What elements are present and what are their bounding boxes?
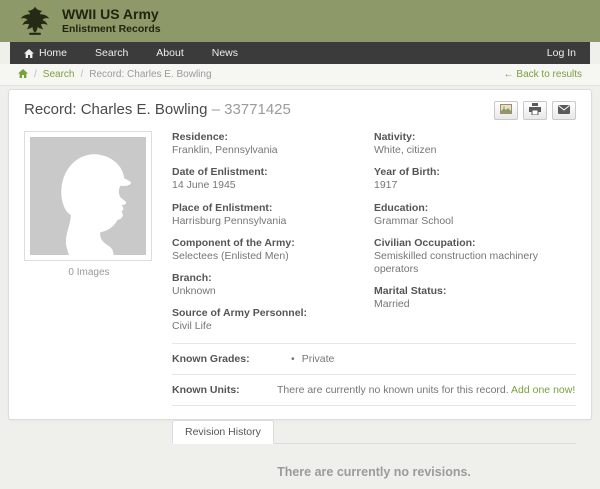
- record-actions: [494, 101, 576, 120]
- email-icon: [558, 104, 570, 117]
- print-icon: [529, 103, 541, 118]
- field-label: Place of Enlistment:: [172, 201, 273, 214]
- record-field: Component of the Army: Selectees (Enlist…: [172, 237, 374, 263]
- known-units-section: Known Units: There are currently no know…: [172, 373, 576, 406]
- field-label: Nativity:: [374, 131, 416, 143]
- nav-item-about[interactable]: About: [142, 42, 197, 64]
- field-label: Component of the Army:: [172, 236, 295, 249]
- field-value: 1917: [374, 179, 398, 192]
- print-button[interactable]: [523, 101, 547, 120]
- field-label: Residence:: [172, 131, 229, 143]
- field-label: Year of Birth:: [374, 166, 440, 179]
- breadcrumb-search-link[interactable]: Search: [43, 69, 75, 80]
- email-button[interactable]: [552, 101, 576, 120]
- field-label: Branch:: [172, 272, 212, 284]
- page-title: Record: Charles E. Bowling – 33771425: [24, 101, 291, 118]
- record-field: Source of Army Personnel: Civil Life: [172, 307, 374, 333]
- field-value: Harrisburg Pennsylvania: [172, 214, 287, 227]
- field-label: Date of Enlistment:: [172, 166, 268, 179]
- main-nav: Home Search About News Log In: [10, 42, 590, 64]
- known-grades-label: Known Grades:: [172, 352, 250, 365]
- record-field: Civilian Occupation: Semiskilled constru…: [374, 237, 576, 276]
- image-count: 0 Images: [68, 267, 110, 278]
- field-label: Education:: [374, 201, 429, 214]
- field-label: Source of Army Personnel:: [172, 307, 307, 320]
- home-icon: [24, 48, 34, 58]
- site-title: WWII US Army: [62, 5, 159, 22]
- record-card: Record: Charles E. Bowling – 33771425 0 …: [8, 89, 592, 479]
- breadcrumb: / Search / Record: Charles E. Bowling ← …: [0, 64, 600, 86]
- field-label: Civilian Occupation:: [374, 236, 476, 249]
- field-value: Franklin, Pennsylvania: [172, 144, 278, 157]
- field-value: Unknown: [172, 285, 216, 298]
- grade-item: Private: [277, 353, 335, 365]
- known-units-label: Known Units:: [172, 383, 240, 396]
- known-units-empty-text: There are currently no known units for t…: [277, 383, 509, 396]
- site-header: WWII US Army Enlistment Records: [0, 0, 600, 42]
- army-seal-icon: [18, 5, 52, 37]
- serial-number: – 33771425: [211, 101, 291, 118]
- portrait-column: 0 Images: [24, 131, 154, 489]
- record-field: Marital Status: Married: [374, 285, 576, 311]
- known-grades-section: Known Grades: Private: [172, 342, 576, 374]
- photos-icon: [500, 104, 512, 117]
- tab-revision-history[interactable]: Revision History: [172, 419, 274, 444]
- add-unit-link[interactable]: Add one now!: [511, 384, 575, 396]
- nav-item-news[interactable]: News: [198, 42, 252, 64]
- record-field: Nativity: White, citizen: [374, 131, 576, 157]
- record-field: Education: Grammar School: [374, 202, 576, 228]
- portrait-frame: [24, 131, 152, 261]
- field-value: White, citizen: [374, 144, 437, 157]
- record-field: Year of Birth: 1917: [374, 166, 576, 192]
- photos-button[interactable]: [494, 101, 518, 120]
- back-to-results-link[interactable]: ← Back to results: [504, 69, 582, 80]
- field-label: Marital Status:: [374, 285, 447, 298]
- field-value: Grammar School: [374, 214, 454, 227]
- known-grades-list: Private: [277, 353, 335, 365]
- breadcrumb-current: Record: Charles E. Bowling: [89, 69, 212, 80]
- field-value: Selectees (Enlisted Men): [172, 249, 289, 262]
- field-value: Married: [374, 298, 410, 311]
- soldier-silhouette-icon: [30, 137, 146, 255]
- breadcrumb-home-icon[interactable]: [18, 68, 28, 81]
- field-value: 14 June 1945: [172, 179, 236, 192]
- nav-item-search[interactable]: Search: [81, 42, 142, 64]
- record-field: Date of Enlistment: 14 June 1945: [172, 166, 374, 192]
- nav-item-home[interactable]: Home: [10, 42, 81, 64]
- login-link[interactable]: Log In: [533, 47, 590, 59]
- record-field: Branch: Unknown: [172, 272, 374, 298]
- record-field: Residence: Franklin, Pennsylvania: [172, 131, 374, 157]
- record-tabs: Revision History: [172, 419, 576, 444]
- field-value: Civil Life: [172, 320, 212, 333]
- fields-right: Nativity: White, citizen Year of Birth: …: [374, 131, 576, 343]
- revisions-empty-message: There are currently no revisions.: [277, 464, 471, 479]
- site-subtitle: Enlistment Records: [62, 23, 161, 36]
- field-value: Semiskilled construction machinery opera…: [374, 249, 538, 275]
- record-field: Place of Enlistment: Harrisburg Pennsylv…: [172, 202, 374, 228]
- fields-left: Residence: Franklin, Pennsylvania Date o…: [172, 131, 374, 343]
